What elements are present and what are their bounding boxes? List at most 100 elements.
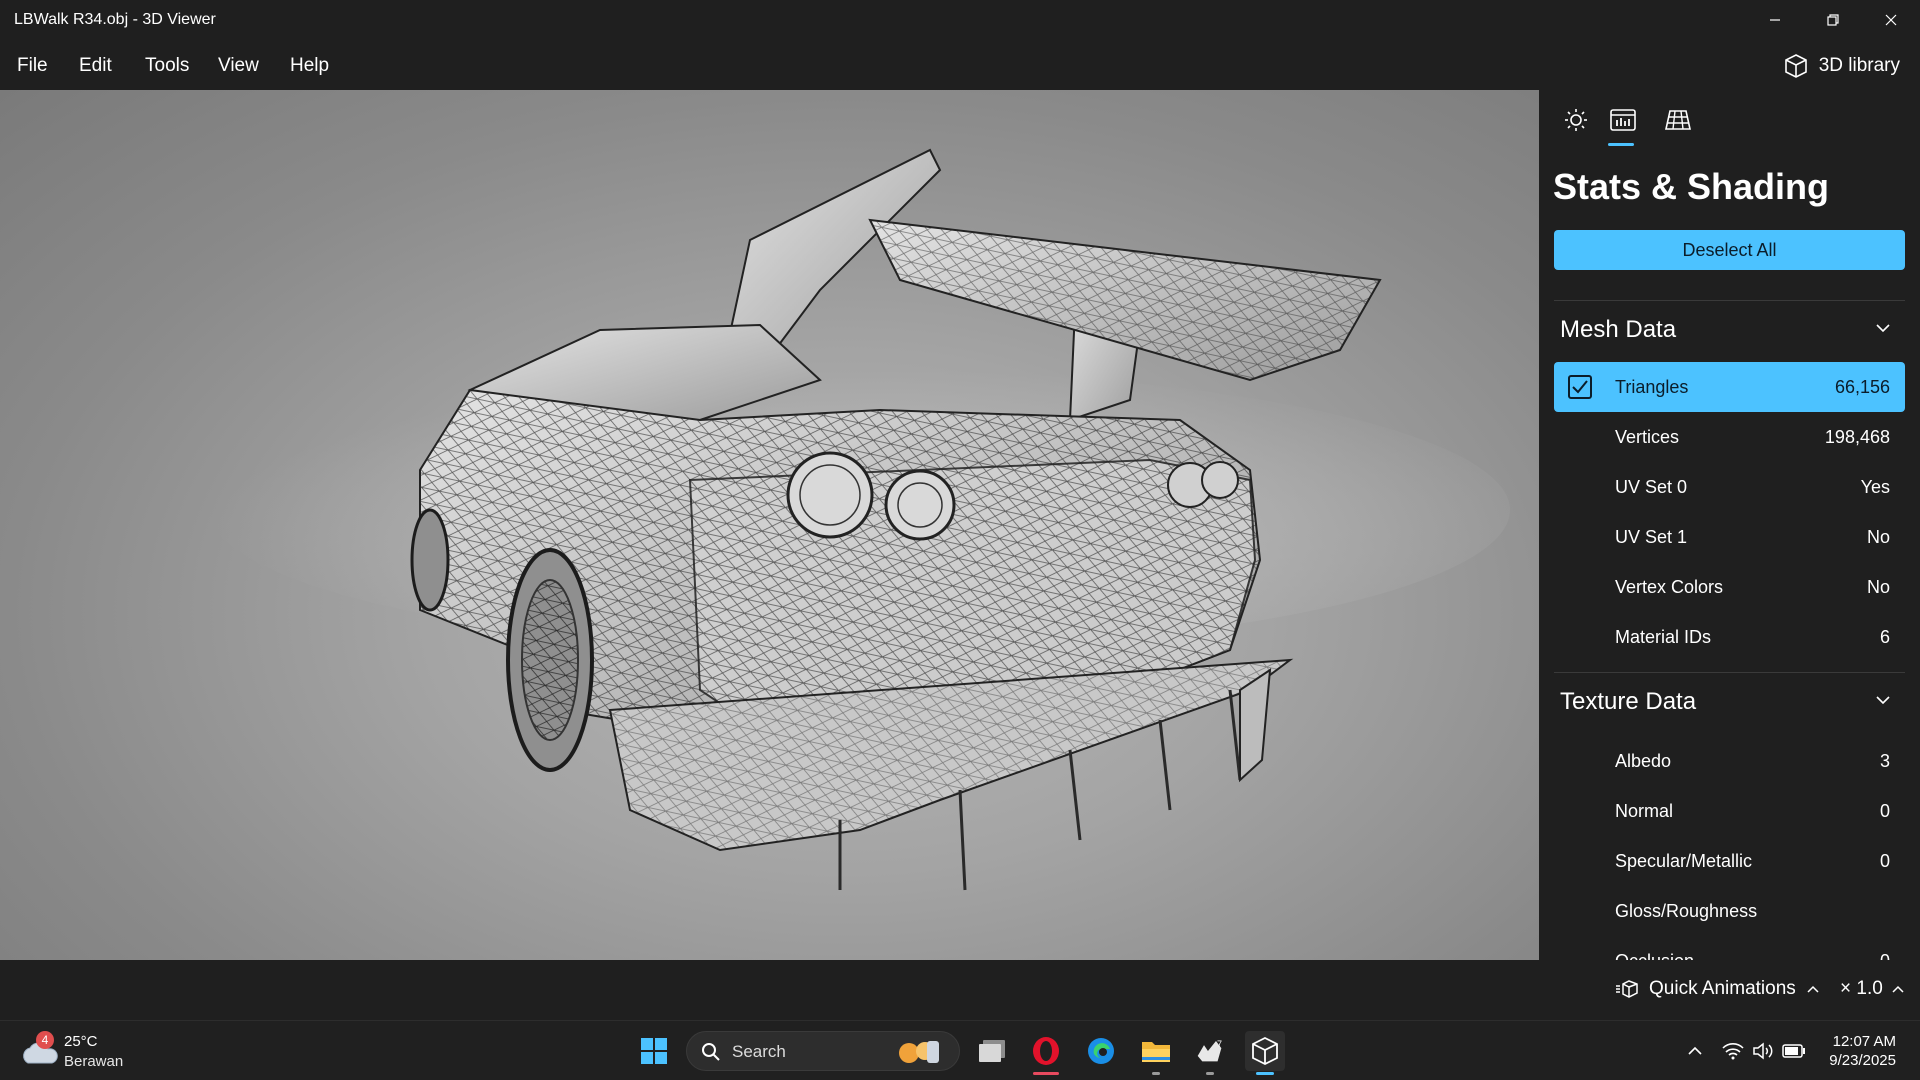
- chevron-down-icon: [1876, 324, 1890, 333]
- row-label: UV Set 0: [1615, 477, 1688, 497]
- wifi-icon[interactable]: [1722, 1042, 1744, 1060]
- mesh-row-uv-set-1[interactable]: UV Set 1 No: [1554, 512, 1905, 562]
- clock[interactable]: 12:07 AM 9/23/2025: [1829, 1032, 1896, 1070]
- row-label: Albedo: [1615, 751, 1672, 771]
- cube-icon: [1784, 54, 1807, 78]
- menu-help[interactable]: Help: [290, 55, 329, 77]
- stats-panel: Stats & Shading Deselect All Mesh Data T…: [1539, 90, 1920, 960]
- chevron-up-icon: [1807, 985, 1819, 993]
- 3d-viewer-taskbar-button[interactable]: [1245, 1031, 1285, 1075]
- menu-file[interactable]: File: [17, 55, 48, 77]
- animation-cube-icon: [1616, 980, 1638, 998]
- mesh-row-triangles[interactable]: Triangles 66,156: [1554, 362, 1905, 412]
- row-value: Yes: [1860, 477, 1890, 497]
- playback-speed-label: × 1.0: [1840, 978, 1883, 999]
- mesh-row-uv-set-0[interactable]: UV Set 0 Yes: [1554, 462, 1905, 512]
- mesh-row-material-ids[interactable]: Material IDs 6: [1554, 612, 1905, 662]
- row-label: Specular/Metallic: [1615, 851, 1753, 871]
- 3d-library-label: 3D library: [1818, 55, 1900, 76]
- close-icon: [1885, 14, 1897, 26]
- playback-speed-button[interactable]: × 1.0: [1840, 978, 1905, 1000]
- edge-taskbar-button[interactable]: [1081, 1031, 1121, 1071]
- window-title: LBWalk R34.obj - 3D Viewer: [14, 11, 216, 28]
- opera-taskbar-button[interactable]: [1026, 1031, 1066, 1075]
- clock-date: 9/23/2025: [1829, 1052, 1896, 1069]
- system-tray: 12:07 AM 9/23/2025: [1680, 1021, 1920, 1080]
- texture-row-albedo[interactable]: Albedo 3: [1554, 736, 1905, 786]
- grid-tab[interactable]: [1662, 104, 1694, 136]
- row-label: Normal: [1615, 801, 1674, 821]
- row-label: Material IDs: [1615, 627, 1712, 647]
- rhino-icon: 7: [1196, 1039, 1223, 1063]
- row-value: 0: [1879, 801, 1890, 821]
- quick-animations-button[interactable]: Quick Animations: [1615, 978, 1820, 1000]
- close-button[interactable]: [1863, 0, 1919, 40]
- triangles-checkbox[interactable]: [1568, 375, 1592, 399]
- row-label: Vertices: [1615, 427, 1680, 447]
- mesh-data-header[interactable]: Mesh Data: [1554, 304, 1905, 354]
- texture-row-occlusion[interactable]: Occlusion 0: [1554, 936, 1905, 960]
- row-label: Gloss/Roughness: [1615, 901, 1758, 921]
- row-value: 0: [1880, 951, 1890, 960]
- row-value: 3: [1879, 751, 1890, 771]
- taskbar-search[interactable]: Search: [686, 1031, 960, 1071]
- search-highlight-icon: [899, 1041, 939, 1063]
- car-wireframe-model: [210, 148, 1510, 891]
- menu-bar: File Edit Tools View Help 3D library: [0, 40, 1920, 90]
- deselect-all-button[interactable]: Deselect All: [1554, 230, 1905, 270]
- mesh-row-vertices[interactable]: Vertices 198,468: [1554, 412, 1905, 462]
- 3d-viewport[interactable]: [0, 90, 1539, 960]
- edge-icon: [1088, 1038, 1114, 1064]
- divider: [1554, 672, 1905, 673]
- chevron-down-icon: [1876, 696, 1890, 705]
- running-indicator: [1256, 1072, 1274, 1075]
- menu-edit[interactable]: Edit: [79, 55, 112, 77]
- weather-widget[interactable]: 4 25°C Berawan: [20, 1029, 140, 1073]
- clock-time: 12:07 AM: [1832, 1033, 1896, 1050]
- grid-icon: [1665, 110, 1691, 130]
- search-icon: [702, 1043, 720, 1061]
- texture-data-title: Texture Data: [1560, 688, 1697, 715]
- restore-button[interactable]: [1805, 0, 1861, 40]
- search-placeholder: Search: [732, 1042, 786, 1061]
- row-label: Vertex Colors: [1615, 577, 1724, 597]
- mesh-row-vertex-colors[interactable]: Vertex Colors No: [1554, 562, 1905, 612]
- weather-condition: Berawan: [64, 1053, 124, 1070]
- row-value: 6: [1879, 627, 1890, 647]
- rhino-taskbar-button[interactable]: 7: [1190, 1031, 1230, 1075]
- minimize-button[interactable]: [1747, 0, 1803, 40]
- row-value: No: [1866, 577, 1890, 597]
- title-bar: LBWalk R34.obj - 3D Viewer: [0, 0, 1920, 40]
- 3d-library-button[interactable]: 3D library: [1783, 52, 1900, 80]
- stats-tab[interactable]: [1607, 104, 1639, 136]
- running-indicator: [1033, 1072, 1059, 1075]
- lighting-tab[interactable]: [1560, 104, 1592, 136]
- task-view-button[interactable]: [972, 1031, 1012, 1071]
- battery-icon[interactable]: [1782, 1044, 1806, 1058]
- texture-data-header[interactable]: Texture Data: [1554, 676, 1905, 726]
- row-label: Triangles: [1615, 377, 1689, 397]
- active-tab-indicator: [1608, 143, 1634, 146]
- chevron-up-icon: [1892, 985, 1904, 993]
- restore-icon: [1827, 14, 1839, 26]
- texture-row-gloss-roughness[interactable]: Gloss/Roughness: [1554, 886, 1905, 936]
- texture-row-normal[interactable]: Normal 0: [1554, 786, 1905, 836]
- mesh-data-title: Mesh Data: [1560, 316, 1677, 343]
- texture-row-specular-metallic[interactable]: Specular/Metallic 0: [1554, 836, 1905, 886]
- start-button[interactable]: [634, 1031, 674, 1071]
- row-value: 198,468: [1824, 427, 1890, 447]
- menu-tools[interactable]: Tools: [145, 55, 189, 77]
- file-explorer-icon: [1142, 1042, 1170, 1062]
- checkmark-icon: [1572, 380, 1588, 394]
- menu-view[interactable]: View: [218, 55, 259, 77]
- divider: [1554, 300, 1905, 301]
- chevron-up-icon[interactable]: [1687, 1043, 1703, 1059]
- opera-icon: [1033, 1037, 1059, 1065]
- svg-text:7: 7: [1217, 1039, 1222, 1049]
- row-value: 0: [1879, 851, 1890, 871]
- task-view-icon: [979, 1040, 1005, 1062]
- volume-icon[interactable]: [1752, 1042, 1774, 1060]
- 3d-viewer-icon: [1252, 1036, 1278, 1066]
- file-explorer-taskbar-button[interactable]: [1136, 1031, 1176, 1075]
- row-value: No: [1866, 527, 1890, 547]
